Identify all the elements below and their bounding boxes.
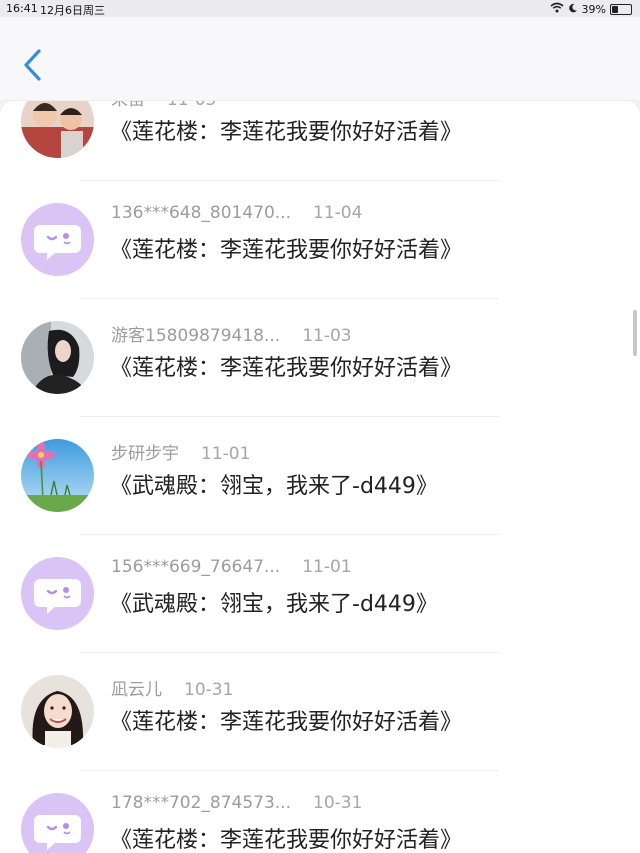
item-date: 11-05	[167, 100, 217, 110]
item-title[interactable]: 《莲花楼：李莲花我要你好好活着》	[110, 232, 462, 264]
chevron-left-icon	[18, 49, 48, 87]
list-item[interactable]: 156***669_76647... 11-01 《武魂殿：翎宝，我来了-d449…	[0, 535, 640, 653]
item-title[interactable]: 《武魂殿：翎宝，我来了-d449》	[110, 468, 438, 500]
status-time: 16:41	[6, 2, 38, 15]
item-date: 10-31	[313, 793, 363, 813]
item-meta: 136***648_801470... 11-04	[111, 203, 362, 227]
item-meta: 178***702_874573... 10-31	[111, 793, 362, 817]
user-name: 来苗	[111, 100, 145, 110]
history-list-area[interactable]: 来苗 11-05 《莲花楼：李莲花我要你好好活着》 136***648_80147…	[0, 100, 640, 853]
user-name: 凪云儿	[111, 680, 162, 700]
user-name: 游客15809879418...	[111, 326, 281, 346]
item-meta: 步研步宇 11-01	[111, 439, 251, 464]
avatar[interactable]	[21, 321, 94, 394]
item-meta: 来苗 11-05	[111, 100, 217, 110]
user-name: 步研步宇	[111, 444, 179, 464]
item-date: 11-03	[302, 326, 352, 346]
avatar[interactable]	[21, 557, 94, 630]
avatar[interactable]	[21, 203, 94, 276]
list-item[interactable]: 来苗 11-05 《莲花楼：李莲花我要你好好活着》	[0, 100, 640, 181]
user-name: 136***648_801470...	[111, 203, 292, 223]
item-date: 11-01	[201, 444, 251, 464]
item-date: 11-01	[302, 557, 352, 577]
moon-icon	[568, 3, 578, 16]
item-date: 10-31	[184, 680, 234, 700]
item-date: 11-04	[313, 203, 363, 223]
avatar[interactable]	[21, 439, 94, 512]
status-date: 12月6日周三	[40, 4, 105, 17]
list-item[interactable]: 136***648_801470... 11-04 《莲花楼：李莲花我要你好好活着…	[0, 181, 640, 299]
status-indicators: 39%	[550, 2, 632, 16]
wifi-icon	[550, 2, 564, 16]
item-title[interactable]: 《莲花楼：李莲花我要你好好活着》	[110, 704, 462, 736]
list-item[interactable]: 178***702_874573... 10-31 《莲花楼：李莲花我要你好好活着…	[0, 771, 640, 853]
item-title[interactable]: 《莲花楼：李莲花我要你好好活着》	[110, 822, 462, 853]
item-title[interactable]: 《莲花楼：李莲花我要你好好活着》	[110, 114, 462, 146]
battery-percent: 39%	[581, 2, 606, 16]
item-title[interactable]: 《莲花楼：李莲花我要你好好活着》	[110, 350, 462, 382]
status-bar: 16:41 12月6日周三 39%	[0, 0, 640, 17]
avatar[interactable]	[21, 100, 94, 158]
avatar[interactable]	[21, 793, 94, 853]
list-item[interactable]: 步研步宇 11-01 《武魂殿：翎宝，我来了-d449》	[0, 417, 640, 535]
item-meta: 游客15809879418... 11-03	[111, 321, 352, 346]
user-name: 178***702_874573...	[111, 793, 292, 813]
scrollbar[interactable]	[633, 310, 637, 356]
item-title[interactable]: 《武魂殿：翎宝，我来了-d449》	[110, 586, 438, 618]
item-meta: 凪云儿 10-31	[111, 675, 234, 700]
list-item[interactable]: 游客15809879418... 11-03 《莲花楼：李莲花我要你好好活着》	[0, 299, 640, 417]
item-meta: 156***669_76647... 11-01	[111, 557, 352, 581]
battery-icon	[610, 3, 632, 15]
header-bar	[0, 17, 640, 101]
user-name: 156***669_76647...	[111, 557, 281, 577]
avatar[interactable]	[21, 675, 94, 748]
back-button[interactable]	[18, 47, 48, 83]
list-item[interactable]: 凪云儿 10-31 《莲花楼：李莲花我要你好好活着》	[0, 653, 640, 771]
